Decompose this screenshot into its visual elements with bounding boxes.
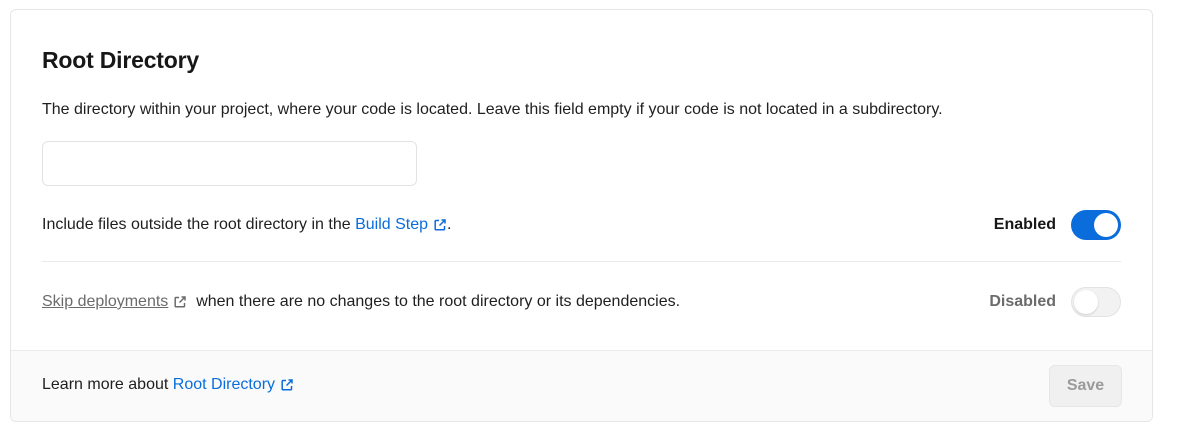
skip-deployments-link[interactable]: Skip deployments xyxy=(42,293,187,311)
skip-deployments-text: Skip deployments when there are no chang… xyxy=(42,293,680,311)
footer-text: Learn more about Root Directory xyxy=(42,376,294,394)
toggle-knob xyxy=(1074,290,1098,314)
include-files-period: . xyxy=(447,216,452,233)
root-directory-docs-link[interactable]: Root Directory xyxy=(173,376,294,394)
skip-deployments-label: when there are no changes to the root di… xyxy=(196,293,681,310)
save-button[interactable]: Save xyxy=(1049,365,1122,407)
root-directory-docs-link-label: Root Directory xyxy=(172,376,276,393)
section-title: Root Directory xyxy=(42,47,199,73)
include-files-text: Include files outside the root directory… xyxy=(42,216,451,234)
divider xyxy=(42,261,1121,262)
skip-deployments-toggle-group: Disabled xyxy=(989,287,1121,317)
root-directory-card: Root Directory The directory within your… xyxy=(10,9,1153,422)
skip-deployments-row: Skip deployments when there are no chang… xyxy=(42,282,1121,322)
include-files-row: Include files outside the root directory… xyxy=(42,205,1121,245)
root-directory-input[interactable] xyxy=(42,141,417,186)
section-description: The directory within your project, where… xyxy=(42,101,943,118)
external-link-icon xyxy=(173,295,187,309)
skip-deployments-toggle[interactable] xyxy=(1071,287,1121,317)
include-files-label: Include files outside the root directory… xyxy=(42,216,351,233)
include-files-toggle[interactable] xyxy=(1071,210,1121,240)
card-footer: Learn more about Root Directory Save xyxy=(11,350,1152,421)
include-files-status: Enabled xyxy=(993,216,1056,233)
learn-more-label: Learn more about xyxy=(42,376,169,393)
skip-deployments-link-label: Skip deployments xyxy=(42,293,169,310)
include-files-toggle-group: Enabled xyxy=(994,210,1121,240)
build-step-link-label: Build Step xyxy=(355,216,429,233)
external-link-icon xyxy=(280,378,294,392)
skip-deployments-status: Disabled xyxy=(989,293,1056,310)
card-body: Root Directory The directory within your… xyxy=(11,10,1152,352)
external-link-icon xyxy=(433,218,447,232)
toggle-knob xyxy=(1094,213,1118,237)
build-step-link[interactable]: Build Step xyxy=(355,216,447,234)
